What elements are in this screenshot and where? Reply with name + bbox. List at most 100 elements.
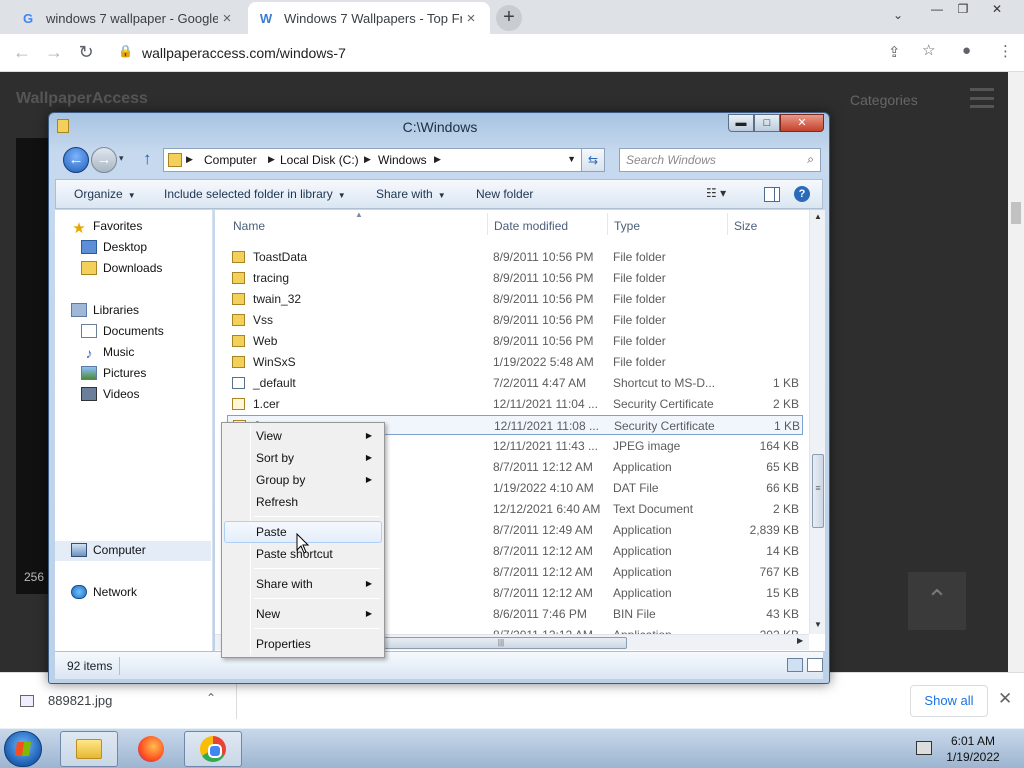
menu-icon[interactable]: ⋮ — [998, 42, 1013, 60]
lock-icon[interactable]: 🔒 — [118, 44, 133, 58]
search-icon[interactable]: ⌕ — [807, 152, 814, 167]
menu-item-group-by[interactable]: Group by ▶ — [224, 469, 382, 491]
column-header-size[interactable]: Size — [734, 219, 757, 233]
hamburger-icon[interactable] — [970, 88, 994, 108]
column-header-date[interactable]: Date modified — [494, 219, 568, 233]
recent-pages-dropdown-icon[interactable]: ▾ — [119, 153, 124, 164]
nav-documents[interactable]: Documents — [81, 324, 164, 338]
scrollbar-thumb[interactable]: ||| — [375, 637, 627, 649]
table-row[interactable]: _default 7/2/2011 4:47 AM Shortcut to MS-D… — [227, 373, 803, 393]
address-dropdown-icon[interactable]: ▼ — [567, 154, 576, 164]
restore-icon[interactable]: ❐ — [952, 2, 974, 18]
address-bar[interactable]: 🔒 wallpaperaccess.com/windows-7 — [110, 39, 950, 67]
breadcrumb-computer[interactable]: Computer — [204, 153, 257, 167]
close-tab-icon[interactable]: × — [218, 10, 236, 27]
profile-icon[interactable]: ● — [962, 42, 971, 59]
close-tab-icon[interactable]: × — [462, 10, 480, 27]
scrollbar-thumb[interactable] — [1011, 202, 1021, 224]
column-header-name[interactable]: Name — [233, 219, 265, 233]
table-row[interactable]: WinSxS 1/19/2022 5:48 AM File folder — [227, 352, 803, 372]
table-row[interactable]: tracing 8/9/2011 10:56 PM File folder — [227, 268, 803, 288]
url-text[interactable]: wallpaperaccess.com/windows-7 — [142, 45, 346, 61]
menu-item-properties[interactable]: Properties — [224, 633, 382, 655]
change-view-icon[interactable]: ☷ ▾ — [706, 186, 726, 200]
start-button[interactable] — [4, 731, 42, 767]
nav-music[interactable]: ♪ Music — [81, 345, 135, 361]
close-icon[interactable]: ✕ — [986, 2, 1008, 18]
menu-item-view[interactable]: View ▶ — [224, 425, 382, 447]
organize-button[interactable]: Organize ▼ — [74, 187, 136, 201]
chevron-right-icon[interactable]: ▶ — [364, 154, 371, 165]
download-item[interactable]: 889821.jpg — [48, 693, 112, 708]
column-divider[interactable] — [487, 213, 488, 235]
network-tray-icon[interactable] — [916, 741, 932, 755]
table-row[interactable]: Vss 8/9/2011 10:56 PM File folder — [227, 310, 803, 330]
column-divider[interactable] — [727, 213, 728, 235]
vertical-scrollbar[interactable]: ▲ ≡ ▼ — [809, 210, 825, 634]
system-clock[interactable]: 6:01 AM 1/19/2022 — [940, 733, 1006, 765]
column-header-type[interactable]: Type — [614, 219, 640, 233]
tab-google-search[interactable]: G windows 7 wallpaper - Google Se × — [10, 2, 246, 34]
chevron-right-icon[interactable]: ▶ — [434, 154, 441, 165]
bookmark-star-icon[interactable]: ☆ — [922, 41, 935, 59]
back-arrow-icon[interactable]: ← — [63, 147, 89, 173]
nav-favorites[interactable]: ★ Favorites — [71, 219, 142, 237]
tab-wallpaperaccess[interactable]: W Windows 7 Wallpapers - Top Fre × — [248, 2, 490, 34]
nav-downloads[interactable]: Downloads — [81, 261, 162, 275]
new-folder-button[interactable]: New folder — [476, 187, 533, 201]
share-with-button[interactable]: Share with ▼ — [376, 187, 446, 201]
back-arrow-icon[interactable]: ← — [10, 42, 34, 64]
table-row[interactable]: Web 8/9/2011 10:56 PM File folder — [227, 331, 803, 351]
menu-item-share-with[interactable]: Share with ▶ — [224, 573, 382, 595]
categories-menu[interactable]: Categories — [850, 92, 918, 108]
close-icon[interactable]: ✕ — [998, 689, 1012, 709]
scroll-right-icon[interactable]: ▶ — [797, 636, 803, 645]
tab-search-icon[interactable]: ⌄ — [888, 8, 908, 22]
taskbar-chrome[interactable] — [184, 731, 242, 767]
scroll-down-icon[interactable]: ▼ — [810, 620, 826, 629]
nav-videos[interactable]: Videos — [81, 387, 139, 401]
forward-arrow-icon[interactable]: → — [42, 42, 66, 64]
menu-item-refresh[interactable]: Refresh — [224, 491, 382, 513]
taskbar-explorer[interactable] — [60, 731, 118, 767]
column-divider[interactable] — [607, 213, 608, 235]
chevron-right-icon[interactable]: ▶ — [268, 154, 275, 165]
table-row[interactable]: ToastData 8/9/2011 10:56 PM File folder — [227, 247, 803, 267]
show-all-button[interactable]: Show all — [910, 685, 988, 717]
table-row[interactable]: twain_32 8/9/2011 10:56 PM File folder — [227, 289, 803, 309]
nav-computer[interactable]: Computer — [71, 543, 146, 557]
reload-icon[interactable]: ↻ — [74, 42, 98, 64]
breadcrumb-local-disk[interactable]: Local Disk (C:) — [280, 153, 359, 167]
minimize-icon[interactable]: — — [926, 2, 948, 18]
share-icon[interactable]: ⇪ — [888, 43, 901, 61]
refresh-icon[interactable]: ⇆ — [581, 148, 605, 172]
chevron-up-icon[interactable]: ⌃ — [206, 691, 216, 705]
scroll-up-icon[interactable]: ▲ — [810, 212, 826, 221]
help-icon[interactable]: ? — [794, 186, 810, 202]
close-button[interactable]: ✕ — [780, 114, 824, 132]
nav-desktop[interactable]: Desktop — [81, 240, 147, 254]
nav-network[interactable]: Network — [71, 585, 137, 599]
maximize-button[interactable]: □ — [754, 114, 780, 132]
taskbar-firefox[interactable] — [122, 731, 180, 767]
search-input[interactable]: Search Windows ⌕ — [619, 148, 821, 172]
nav-pictures[interactable]: Pictures — [81, 366, 146, 380]
forward-arrow-icon[interactable]: → — [91, 147, 117, 173]
up-arrow-icon[interactable]: ↑ — [143, 149, 152, 169]
new-tab-button[interactable]: + — [496, 5, 522, 31]
menu-item-sort-by[interactable]: Sort by ▶ — [224, 447, 382, 469]
details-view-icon[interactable] — [787, 658, 803, 672]
minimize-button[interactable]: ▬ — [728, 114, 754, 132]
scrollbar-thumb[interactable]: ≡ — [812, 454, 824, 528]
page-scrollbar[interactable] — [1008, 72, 1024, 672]
nav-libraries[interactable]: Libraries — [71, 303, 139, 317]
table-row[interactable]: 1.cer 12/11/2021 11:04 ... Security Certif… — [227, 394, 803, 414]
back-to-top-button[interactable]: ⌃ — [908, 572, 966, 630]
preview-pane-icon[interactable] — [764, 187, 780, 202]
large-icons-view-icon[interactable] — [807, 658, 823, 672]
chevron-right-icon[interactable]: ▶ — [186, 154, 193, 165]
site-logo[interactable]: WallpaperAccess — [16, 90, 148, 108]
breadcrumb-windows[interactable]: Windows — [378, 153, 427, 167]
include-in-library-button[interactable]: Include selected folder in library ▼ — [164, 187, 346, 201]
address-bar[interactable]: ▶ Computer ▶ Local Disk (C:) ▶ Windows ▶… — [163, 148, 601, 172]
